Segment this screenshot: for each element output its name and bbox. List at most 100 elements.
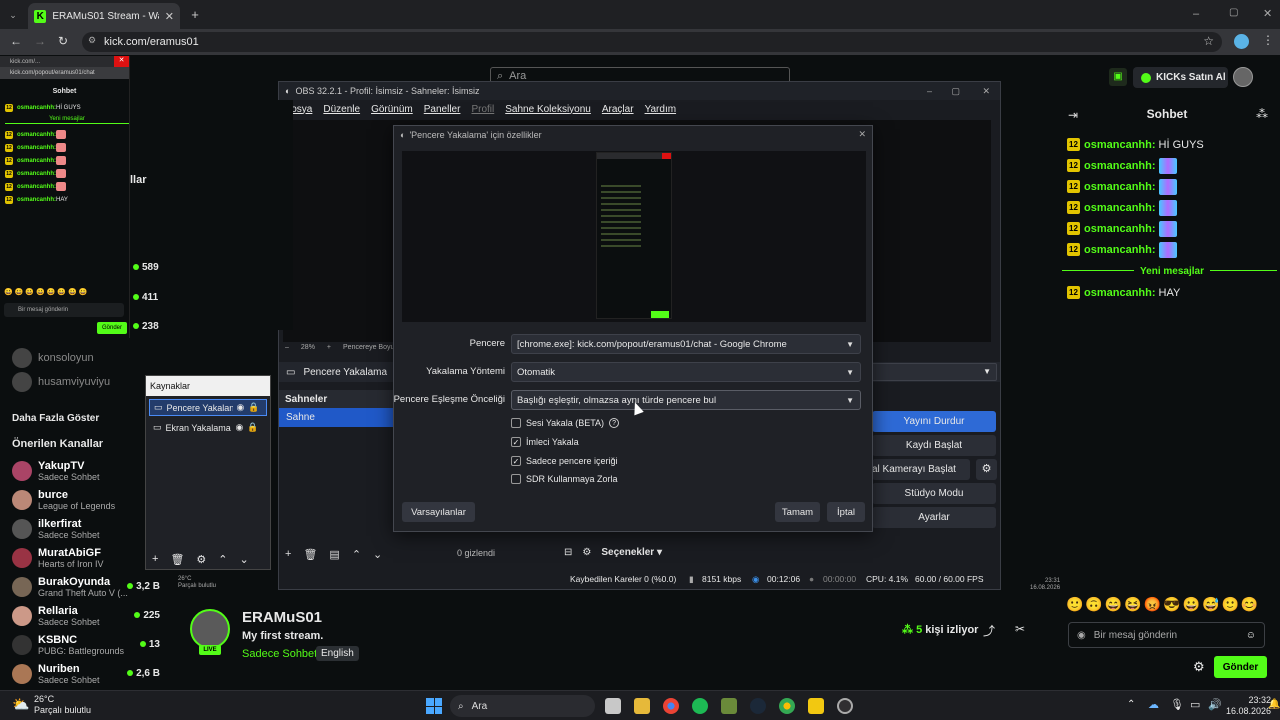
client-area-checkbox[interactable]: ✓ Sadece pencere içeriği bbox=[511, 456, 618, 466]
taskbar-search[interactable]: ⌕ Ara bbox=[450, 695, 595, 717]
cancel-button[interactable]: İptal bbox=[827, 502, 865, 522]
capture-audio-checkbox[interactable]: Sesi Yakala (BETA)? bbox=[511, 418, 620, 428]
recommended-channel[interactable]: Rellaria Sadece Sohbet 225 bbox=[0, 601, 160, 630]
chrome-icon[interactable] bbox=[663, 698, 679, 714]
recommended-channel[interactable]: KSBNC PUBG: Battlegrounds 13 bbox=[0, 630, 160, 659]
zoom-out-icon[interactable]: – bbox=[285, 344, 289, 351]
send-button[interactable]: Gönder bbox=[1214, 656, 1267, 678]
match-priority-select[interactable]: Başlığı eşleştir, olmazsa aynı türde pen… bbox=[511, 390, 861, 410]
scene-item[interactable]: Sahne bbox=[279, 408, 394, 427]
site-info-icon[interactable]: ⚙ bbox=[88, 35, 96, 46]
move-up-icon[interactable]: ⌃ bbox=[352, 548, 361, 561]
mixer-layout-icon[interactable]: ⊟ bbox=[564, 547, 572, 558]
checkbox-box[interactable] bbox=[511, 418, 521, 428]
profile-avatar-icon[interactable] bbox=[1234, 34, 1249, 49]
streamer-avatar[interactable] bbox=[190, 609, 230, 649]
weather-widget[interactable]: 26°C Parçalı bulutlu bbox=[34, 694, 91, 716]
mixer-settings-icon[interactable]: ⚙ bbox=[582, 547, 591, 558]
share-icon[interactable]: ⤴ bbox=[983, 622, 995, 639]
popout-chat-input[interactable]: Bir mesaj gönderin bbox=[4, 303, 124, 317]
studio-mode-button[interactable]: Stüdyo Modu bbox=[872, 483, 996, 504]
chrome-profile-icon[interactable] bbox=[779, 698, 795, 714]
recommended-channel[interactable]: MuratAbiGFHearts of Iron IV5 bbox=[0, 543, 160, 572]
minimize-icon[interactable]: – bbox=[1193, 8, 1199, 20]
help-icon[interactable]: ? bbox=[609, 418, 620, 428]
settings-button[interactable]: Ayarlar bbox=[872, 507, 996, 528]
zoom-in-icon[interactable]: + bbox=[327, 344, 331, 351]
close-window-icon[interactable]: ✕ bbox=[1263, 7, 1272, 20]
taskbar-clock[interactable]: 23:32 16.08.2026 bbox=[1226, 695, 1271, 717]
obs-taskbar-icon[interactable] bbox=[837, 698, 853, 714]
notifications-icon[interactable]: 🔔 bbox=[1268, 699, 1280, 710]
close-tab-icon[interactable]: ✕ bbox=[165, 10, 174, 23]
checkbox-box[interactable] bbox=[511, 474, 521, 484]
chat-settings-icon[interactable]: ⚙ bbox=[1193, 659, 1205, 675]
user-avatar[interactable] bbox=[1233, 67, 1253, 87]
bookmark-star-icon[interactable]: ☆ bbox=[1203, 34, 1214, 48]
browser-tab[interactable]: K ERAMuS01 Stream - Watch Live ✕ bbox=[28, 3, 180, 29]
language-tag[interactable]: English bbox=[316, 646, 359, 661]
menu-duzenle[interactable]: Düzenle bbox=[323, 104, 360, 115]
capture-method-select[interactable]: Otomatik ▼ bbox=[511, 362, 861, 382]
source-item[interactable]: ▭ Ekran Yakalama ◉ 🔒 bbox=[149, 419, 267, 436]
source-properties-icon[interactable]: ⚙ bbox=[196, 553, 206, 566]
dialog-close-icon[interactable]: ✕ bbox=[858, 129, 866, 140]
obs-close-icon[interactable]: ✕ bbox=[982, 86, 990, 97]
chat-users-icon[interactable]: ⁂ bbox=[1256, 107, 1268, 121]
obs-maximize-icon[interactable]: ▢ bbox=[951, 86, 960, 97]
browser-menu-icon[interactable]: ⋮ bbox=[1262, 33, 1274, 47]
recommended-channel[interactable]: BurakOyunda Grand Theft Auto V (... 3,2 B bbox=[0, 572, 160, 601]
recommended-channel[interactable]: burceLeague of Legends5 bbox=[0, 485, 160, 514]
maximize-icon[interactable]: ▢ bbox=[1229, 7, 1238, 18]
menu-gorunum[interactable]: Görünüm bbox=[371, 104, 413, 115]
file-explorer-icon[interactable] bbox=[634, 698, 650, 714]
tab-list-icon[interactable]: ⌄ bbox=[6, 8, 20, 22]
followed-channel[interactable]: konsoloyun bbox=[0, 346, 160, 370]
notepad-icon[interactable] bbox=[808, 698, 824, 714]
stop-stream-button[interactable]: Yayını Durdur bbox=[872, 411, 996, 432]
lock-icon[interactable]: 🔒 bbox=[248, 402, 259, 413]
capture-cursor-checkbox[interactable]: ✓ İmleci Yakala bbox=[511, 437, 579, 447]
emote-row[interactable]: 🙂🙃😄😆😡😎😀😅🙂😊 bbox=[1066, 596, 1280, 618]
menu-profil[interactable]: Profil bbox=[471, 104, 494, 115]
checkbox-box[interactable]: ✓ bbox=[511, 437, 521, 447]
remove-source-icon[interactable]: 🗑 bbox=[170, 553, 184, 566]
options-button[interactable]: Seçenekler ▾ bbox=[601, 547, 662, 558]
move-down-icon[interactable]: ⌄ bbox=[373, 548, 382, 561]
task-view-icon[interactable] bbox=[605, 698, 621, 714]
recommended-channel[interactable]: Nuriben Sadece Sohbet 2,6 B bbox=[0, 659, 160, 688]
recommended-channel[interactable]: YakupTVSadece Sohbet5 bbox=[0, 456, 160, 485]
minecraft-icon[interactable] bbox=[721, 698, 737, 714]
stream-category[interactable]: Sadece Sohbet bbox=[242, 648, 317, 660]
obs-minimize-icon[interactable]: – bbox=[927, 86, 932, 96]
move-down-icon[interactable]: ⌄ bbox=[240, 553, 249, 566]
clip-icon[interactable]: ✂ bbox=[1015, 622, 1025, 636]
move-up-icon[interactable]: ⌃ bbox=[218, 553, 227, 566]
menu-yardim[interactable]: Yardım bbox=[645, 104, 677, 115]
start-button-icon[interactable] bbox=[426, 698, 442, 714]
virtual-camera-settings-icon[interactable]: ⚙ bbox=[976, 459, 997, 480]
show-more-link[interactable]: Daha Fazla Göster bbox=[12, 413, 99, 424]
back-icon[interactable]: ← bbox=[10, 34, 22, 48]
virtual-camera-button[interactable]: al Kamerayı Başlat bbox=[872, 459, 970, 480]
tray-overflow-icon[interactable]: ⌃ bbox=[1127, 699, 1135, 710]
cloud-icon[interactable]: ☁ bbox=[1148, 698, 1159, 711]
menu-sahne-koleksiyonu[interactable]: Sahne Koleksiyonu bbox=[505, 104, 591, 115]
source-item[interactable]: ▭ Pencere Yakalan ◉ 🔒 bbox=[149, 399, 267, 416]
start-recording-button[interactable]: Kaydı Başlat bbox=[872, 435, 996, 456]
lock-icon[interactable]: 🔒 bbox=[247, 422, 258, 433]
menu-paneller[interactable]: Paneller bbox=[424, 104, 461, 115]
buy-kicks-button[interactable]: KICKs Satın Al bbox=[1133, 67, 1228, 88]
visibility-eye-icon[interactable]: ◉ bbox=[237, 402, 245, 413]
ok-button[interactable]: Tamam bbox=[775, 502, 820, 522]
emoji-picker-icon[interactable]: ☺ bbox=[1246, 630, 1256, 641]
chat-input[interactable]: ◉ Bir mesaj gönderin ☺ bbox=[1068, 622, 1265, 648]
source-combo[interactable]: ▼ bbox=[871, 363, 997, 381]
forward-icon[interactable]: → bbox=[34, 34, 46, 48]
new-tab-icon[interactable]: + bbox=[188, 7, 202, 22]
window-select[interactable]: [chrome.exe]: kick.com/popout/eramus01/c… bbox=[511, 334, 861, 354]
add-scene-icon[interactable]: + bbox=[285, 548, 291, 561]
remove-scene-icon[interactable]: 🗑 bbox=[303, 548, 317, 561]
volume-icon[interactable]: 🔊 bbox=[1208, 698, 1222, 711]
recommended-channel[interactable]: ilkerfiratSadece Sohbet5 bbox=[0, 514, 160, 543]
